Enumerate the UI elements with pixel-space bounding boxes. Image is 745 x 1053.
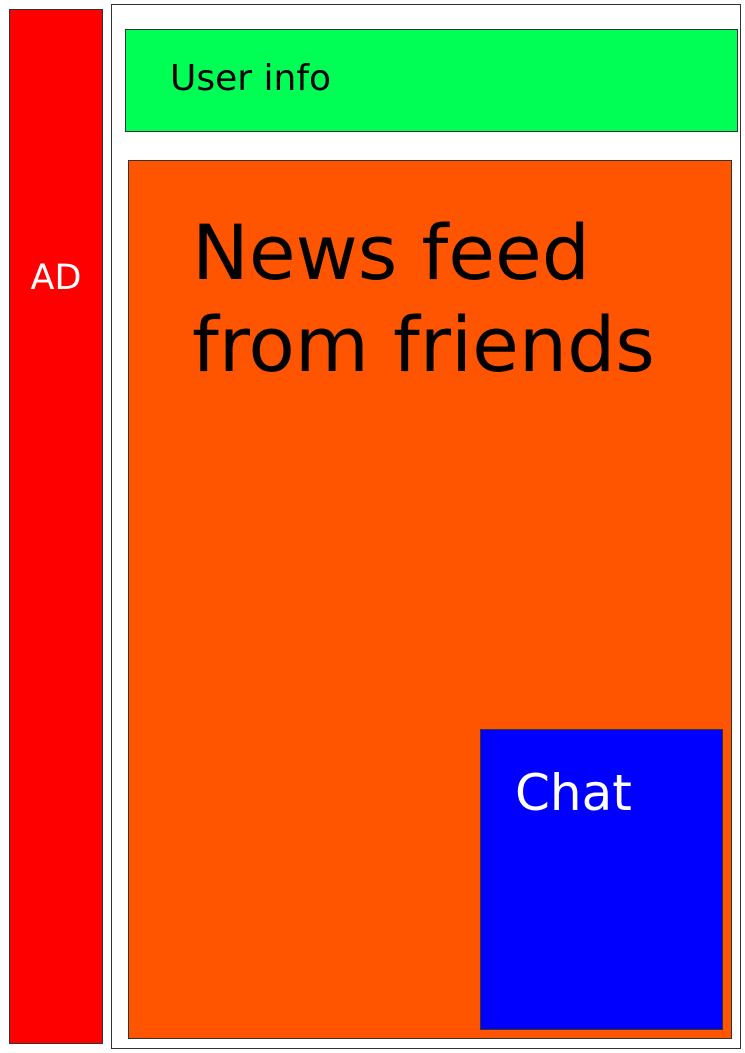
- user-info-label: User info: [170, 58, 332, 99]
- ad-panel: AD: [9, 9, 103, 1044]
- chat-label: Chat: [515, 764, 632, 822]
- ad-label: AD: [30, 258, 82, 298]
- news-feed-label: News feed from friends: [192, 208, 655, 389]
- chat-panel: Chat: [480, 729, 723, 1030]
- user-info-panel: User info: [125, 29, 738, 132]
